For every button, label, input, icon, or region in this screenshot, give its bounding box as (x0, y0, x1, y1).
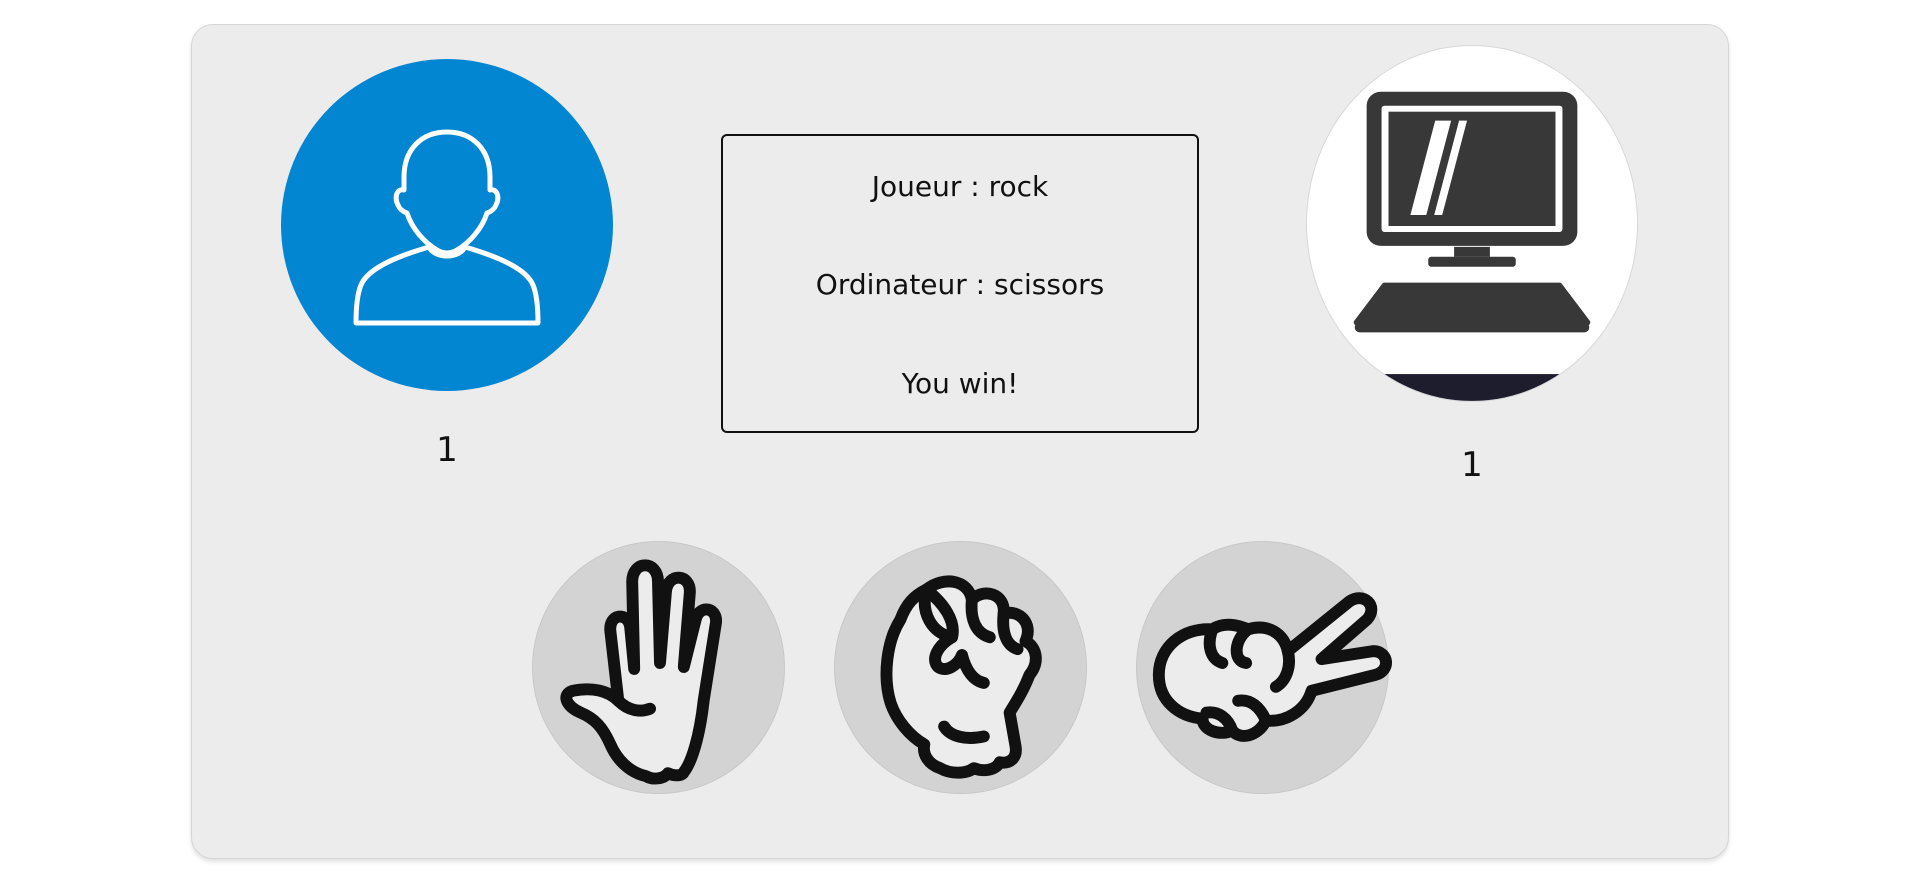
rock-fist-icon (880, 575, 1042, 779)
player-score: 1 (436, 430, 458, 470)
rock-button[interactable] (834, 541, 1087, 794)
scissors-hand-icon (1152, 592, 1392, 742)
scissors-button[interactable] (1136, 541, 1392, 794)
computer-choice-text: Ordinateur : scissors (815, 268, 1105, 301)
computer-icon (1307, 91, 1637, 401)
player-avatar (281, 59, 613, 391)
paper-button[interactable] (532, 541, 785, 794)
computer-avatar (1306, 45, 1638, 402)
user-icon (353, 129, 541, 326)
result-panel: Joueur : rock Ordinateur : scissors You … (721, 134, 1199, 433)
computer-score: 1 (1461, 445, 1483, 485)
paper-hand-icon (560, 559, 722, 785)
player-choice-text: Joueur : rock (871, 170, 1049, 203)
outcome-text: You win! (901, 367, 1019, 400)
